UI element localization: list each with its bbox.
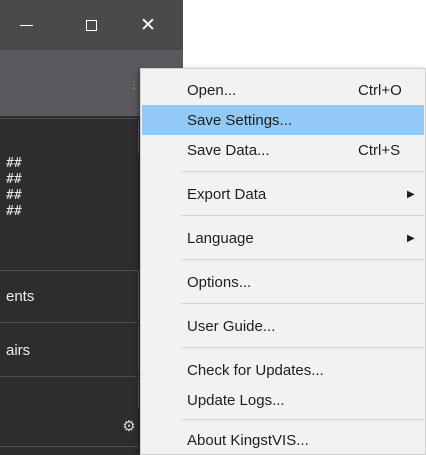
menu-item-label: Export Data [187,185,267,203]
channel-label: ## [6,156,22,171]
menu-item-open[interactable]: Open... Ctrl+O [142,75,424,105]
panel-edge [138,120,139,154]
menu-item-label: Open... [187,81,237,99]
menu-item-label: Options... [187,273,252,291]
side-tab-label: airs [6,341,31,359]
menu-item-check-for-updates[interactable]: Check for Updates... [142,355,424,385]
minimize-button[interactable] [0,0,52,50]
divider [0,270,140,271]
close-icon: ✕ [140,13,156,36]
menu-item-export-data[interactable]: Export Data ▶ [142,179,424,209]
divider [0,322,140,323]
menu-item-label: User Guide... [187,317,276,335]
channel-label: ## [6,172,22,187]
maximize-button[interactable] [65,0,117,50]
close-button[interactable]: ✕ [122,0,174,50]
chevron-right-icon: ▶ [407,188,415,200]
menu-item-save-settings[interactable]: Save Settings... [142,105,424,135]
menu-separator [181,347,424,348]
divider [0,118,140,119]
maximize-icon [85,19,97,31]
menu-separator [181,215,424,216]
channel-label: ## [6,204,22,219]
divider [0,376,140,377]
chevron-right-icon: ▶ [407,232,415,244]
side-tab-label: ents [6,287,35,305]
menu-item-label: Save Settings... [187,111,293,129]
menu-item-shortcut: Ctrl+S [358,141,401,159]
side-tab-item[interactable]: airs [0,330,146,370]
side-tab-item[interactable]: ents [0,276,146,316]
menu-item-save-data[interactable]: Save Data... Ctrl+S [142,135,424,165]
panel-edge [138,378,139,408]
menu-item-about[interactable]: About KingstVIS... [142,425,424,455]
channel-label-panel: ## ## ## ## [0,156,40,260]
menu-item-label: Check for Updates... [187,361,324,379]
toolbar-grip-icon[interactable]: ⋮ [129,81,139,98]
menu-item-user-guide[interactable]: User Guide... [142,311,424,341]
title-bar: ✕ [0,0,183,50]
menu-item-label: Update Logs... [187,391,285,409]
channel-label: ## [6,188,22,203]
menu-separator [181,259,424,260]
menu-separator [181,303,424,304]
menu-item-update-logs[interactable]: Update Logs... [142,385,424,415]
menu-item-label: Save Data... [187,141,270,159]
gear-icon[interactable]: ⚙ [121,418,137,434]
menu-separator [181,419,424,420]
panel-edge [138,324,139,374]
menu-item-options[interactable]: Options... [142,267,424,297]
minimize-icon [19,24,33,26]
menu-item-label: Language [187,229,254,247]
divider [0,446,140,447]
context-menu: Open... Ctrl+O Save Settings... Save Dat… [140,68,426,455]
panel-edge [138,270,139,320]
menu-item-label: About KingstVIS... [187,431,309,449]
menu-separator [181,171,424,172]
menu-item-shortcut: Ctrl+O [358,81,402,99]
menu-item-language[interactable]: Language ▶ [142,223,424,253]
